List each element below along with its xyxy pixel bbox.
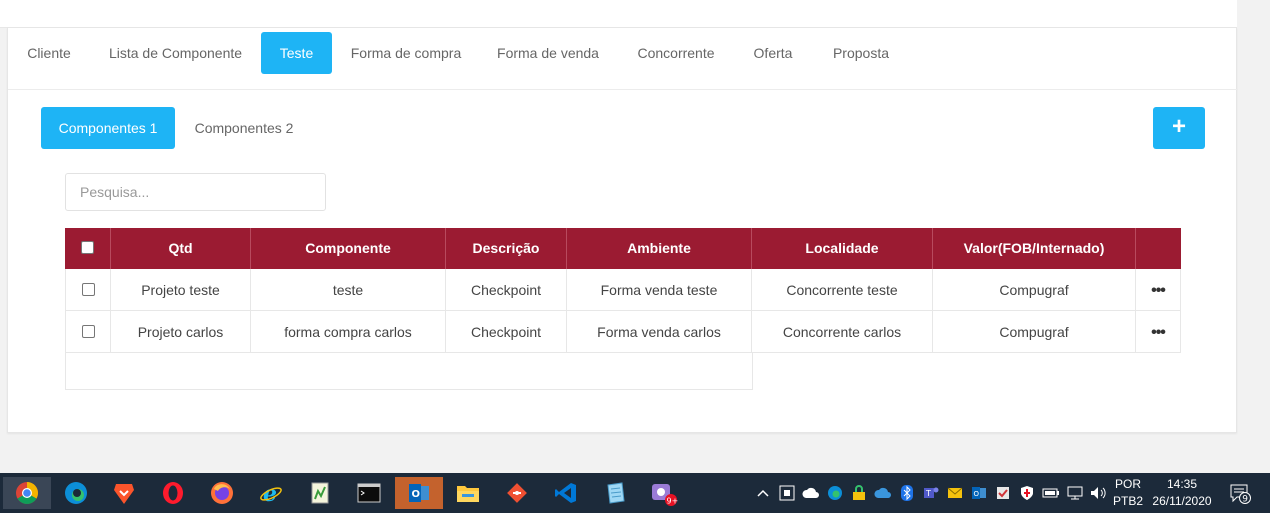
main-card: Cliente Lista de Componente Teste Forma … (7, 28, 1238, 433)
ie-icon[interactable]: e (247, 477, 295, 509)
notification-count: 9 (1242, 495, 1248, 505)
row-select-cell (65, 269, 111, 311)
system-clock[interactable]: 14:35 26/11/2020 (1148, 476, 1216, 510)
row-checkbox[interactable] (81, 325, 95, 339)
right-gutter (1237, 0, 1270, 473)
select-all-cell (65, 228, 111, 269)
plus-icon: + (1171, 113, 1186, 140)
row-select-cell (65, 311, 111, 353)
header-valor[interactable]: Valor(FOB/Internado) (933, 228, 1136, 269)
header-actions (1136, 228, 1181, 269)
header-componente[interactable]: Componente (251, 228, 446, 269)
notepad-icon[interactable] (591, 477, 639, 509)
notepadpp-icon[interactable] (296, 477, 344, 509)
svg-text:T: T (925, 489, 931, 498)
shield-icon[interactable] (1017, 473, 1037, 513)
header-localidade[interactable]: Localidade (752, 228, 933, 269)
table-row[interactable]: Projeto teste teste Checkpoint Forma ven… (65, 269, 1181, 311)
cell-componente: forma compra carlos (251, 311, 446, 353)
git-icon[interactable] (493, 477, 541, 509)
row-checkbox[interactable] (81, 283, 95, 297)
clock-date: 26/11/2020 (1152, 494, 1212, 508)
cell-ambiente: Forma venda teste (567, 269, 752, 311)
tab-forma-de-venda[interactable]: Forma de venda (491, 32, 605, 74)
header-qtd[interactable]: Qtd (111, 228, 251, 269)
select-all-checkbox[interactable] (81, 241, 94, 255)
header-ambiente[interactable]: Ambiente (567, 228, 752, 269)
chevron-up-icon[interactable] (755, 473, 771, 513)
cloud-icon[interactable] (801, 473, 821, 513)
teams-icon[interactable]: T (921, 473, 941, 513)
top-header-card (0, 0, 1237, 28)
firefox-icon[interactable] (198, 477, 246, 509)
chrome-icon[interactable] (3, 477, 51, 509)
security-icon[interactable] (993, 473, 1013, 513)
edge-tray-icon[interactable] (825, 473, 845, 513)
outlook-tray-icon[interactable]: O (969, 473, 989, 513)
components-table: Qtd Componente Descrição Ambiente Locali… (65, 228, 1181, 390)
keyboard-layout: PTB2 (1112, 494, 1143, 508)
cell-localidade: Concorrente teste (752, 269, 933, 311)
svg-text:O: O (412, 489, 421, 500)
action-icon[interactable] (777, 473, 797, 513)
tab-proposta[interactable]: Proposta (824, 32, 898, 74)
brave-icon[interactable] (100, 477, 148, 509)
cell-valor: Compugraf (933, 269, 1136, 311)
cell-descricao: Checkpoint (446, 269, 567, 311)
opera-icon[interactable] (149, 477, 197, 509)
table-footer-empty (65, 353, 753, 390)
cell-qtd: Projeto teste (111, 269, 251, 311)
subtab-componentes-1[interactable]: Componentes 1 (41, 107, 175, 149)
terminal-icon[interactable] (345, 477, 393, 509)
volume-icon[interactable] (1089, 473, 1109, 513)
taskbar: e O 9+ T O POR PTB2 14:35 26/11/2020 9 (0, 473, 1270, 513)
table-header-row: Qtd Componente Descrição Ambiente Locali… (65, 228, 1181, 269)
app-badge: 9+ (667, 497, 679, 506)
clock-time: 14:35 (1166, 477, 1198, 491)
edge-icon[interactable] (52, 477, 100, 509)
cell-localidade: Concorrente carlos (752, 311, 933, 353)
search-input[interactable] (65, 173, 326, 211)
tab-teste[interactable]: Teste (261, 32, 332, 74)
main-tabs: Cliente Lista de Componente Teste Forma … (8, 28, 1238, 90)
subtab-componentes-2[interactable]: Componentes 2 (183, 107, 305, 149)
snip-icon[interactable]: 9+ (640, 477, 688, 509)
bluetooth-icon[interactable] (897, 473, 917, 513)
lock-icon[interactable] (849, 473, 869, 513)
cell-qtd: Projeto carlos (111, 311, 251, 353)
more-options-icon[interactable]: ••• (1151, 324, 1166, 341)
row-actions-cell: ••• (1136, 269, 1181, 311)
cell-ambiente: Forma venda carlos (567, 311, 752, 353)
tab-cliente[interactable]: Cliente (12, 32, 86, 74)
cell-descricao: Checkpoint (446, 311, 567, 353)
tab-lista-de-componente[interactable]: Lista de Componente (103, 32, 248, 74)
onedrive-icon[interactable] (873, 473, 893, 513)
language-indicator[interactable]: POR PTB2 (1112, 476, 1144, 510)
outlook-icon[interactable]: O (395, 477, 443, 509)
more-options-icon[interactable]: ••• (1151, 282, 1166, 299)
tab-forma-de-compra[interactable]: Forma de compra (344, 32, 468, 74)
table-row[interactable]: Projeto carlos forma compra carlos Check… (65, 311, 1181, 353)
add-button[interactable]: + (1153, 107, 1205, 149)
mail-icon[interactable] (945, 473, 965, 513)
tab-oferta[interactable]: Oferta (746, 32, 800, 74)
file-explorer-icon[interactable] (444, 477, 492, 509)
header-descricao[interactable]: Descrição (446, 228, 567, 269)
language-code: POR (1114, 477, 1141, 491)
svg-text:O: O (974, 490, 980, 498)
cell-valor: Compugraf (933, 311, 1136, 353)
cell-componente: teste (251, 269, 446, 311)
notification-icon[interactable]: 9 (1226, 473, 1254, 513)
vscode-icon[interactable] (542, 477, 590, 509)
row-actions-cell: ••• (1136, 311, 1181, 353)
network-icon[interactable] (1065, 473, 1085, 513)
battery-icon[interactable] (1041, 473, 1061, 513)
tab-concorrente[interactable]: Concorrente (629, 32, 723, 74)
